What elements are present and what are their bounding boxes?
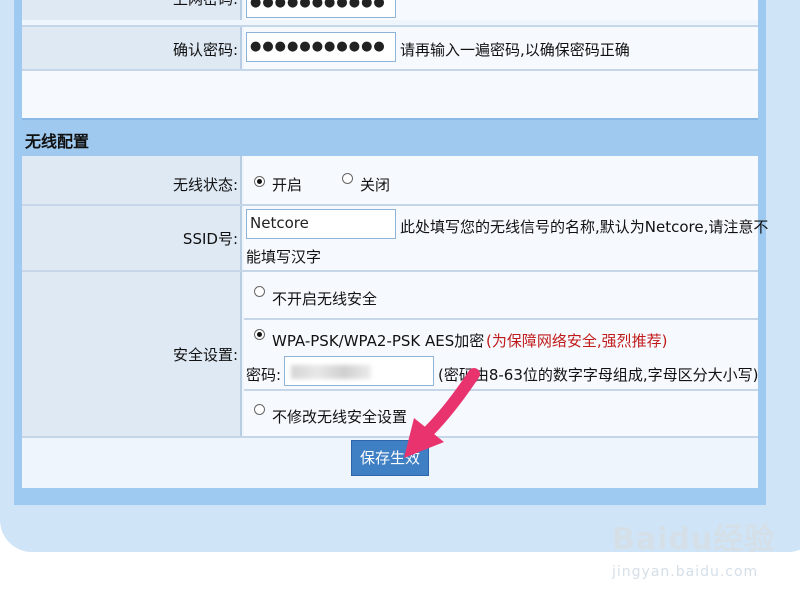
settings-panel: 上网密码: ●●●●●●●●●●● 确认密码: ●●●●●●●●●●● 请再输入…: [14, 0, 768, 505]
save-button[interactable]: 保存生效: [351, 440, 429, 476]
spacer-row: [22, 71, 758, 118]
ssid-input[interactable]: Netcore: [246, 209, 396, 239]
confirm-password-cell: ●●●●●●●●●●● 请再输入一遍密码,以确保密码正确: [244, 27, 758, 69]
password-label: 上网密码:: [22, 0, 242, 20]
security-row: 安全设置: 不开启无线安全 WPA-PSK/WPA2-PSK AES加密 (为保…: [22, 272, 759, 436]
ssid-label: SSID号:: [22, 206, 242, 270]
row-divider: [244, 318, 758, 320]
ssid-cell: Netcore 此处填写您的无线信号的名称,默认为Netcore,请注意不 能填…: [244, 206, 768, 270]
ssid-hint-continued: 能填写汉字: [246, 248, 322, 266]
watermark-url: jingyan.baidu.com: [612, 564, 759, 580]
baidu-watermark: Baidu经验 jingyan.baidu.com: [612, 514, 775, 580]
confirm-password-hint: 请再输入一遍密码,以确保密码正确: [400, 41, 630, 59]
wifi-key-hint: (密码由8-63位的数字字母组成,字母区分大小写): [438, 366, 759, 384]
confirm-password-label: 确认密码:: [22, 27, 242, 69]
security-cell: 不开启无线安全 WPA-PSK/WPA2-PSK AES加密 (为保障网络安全,…: [244, 272, 759, 436]
security-none-radio[interactable]: [254, 286, 265, 297]
row-divider: [244, 389, 758, 391]
wireless-status-cell: 开启 关闭: [244, 156, 758, 204]
security-wpa-label[interactable]: WPA-PSK/WPA2-PSK AES加密: [272, 330, 484, 351]
confirm-password-input[interactable]: ●●●●●●●●●●●: [246, 32, 396, 62]
watermark-logo: Baidu经验: [612, 522, 776, 557]
confirm-password-row: 确认密码: ●●●●●●●●●●● 请再输入一遍密码,以确保密码正确: [22, 27, 758, 69]
security-keep-label[interactable]: 不修改无线安全设置: [272, 406, 407, 427]
security-label: 安全设置:: [22, 272, 242, 436]
status-on-label[interactable]: 开启: [272, 174, 302, 195]
password-input[interactable]: ●●●●●●●●●●●: [246, 0, 396, 18]
wireless-section-header: 无线配置: [22, 118, 758, 156]
wireless-status-label: 无线状态:: [22, 156, 242, 204]
ssid-hint: 此处填写您的无线信号的名称,默认为Netcore,请注意不: [400, 218, 769, 236]
wireless-section-title: 无线配置: [25, 132, 90, 151]
ssid-row: SSID号: Netcore 此处填写您的无线信号的名称,默认为Netcore,…: [22, 206, 768, 270]
security-none-label[interactable]: 不开启无线安全: [272, 288, 377, 309]
password-cell: ●●●●●●●●●●●: [244, 0, 758, 20]
security-keep-radio[interactable]: [254, 404, 265, 415]
wireless-status-row: 无线状态: 开启 关闭: [22, 156, 758, 204]
password-row: 上网密码: ●●●●●●●●●●●: [22, 0, 758, 20]
settings-form: 上网密码: ●●●●●●●●●●● 确认密码: ●●●●●●●●●●● 请再输入…: [22, 0, 768, 488]
status-off-radio[interactable]: [342, 173, 353, 184]
security-wpa-radio[interactable]: [254, 329, 265, 340]
security-recommend-note: (为保障网络安全,强烈推荐): [486, 332, 668, 350]
wifi-key-label: 密码:: [246, 366, 282, 384]
status-off-label[interactable]: 关闭: [360, 174, 390, 195]
wifi-key-input[interactable]: [284, 356, 434, 386]
row-divider: [22, 436, 758, 438]
status-on-radio[interactable]: [254, 176, 265, 187]
redacted-key: [291, 365, 371, 379]
